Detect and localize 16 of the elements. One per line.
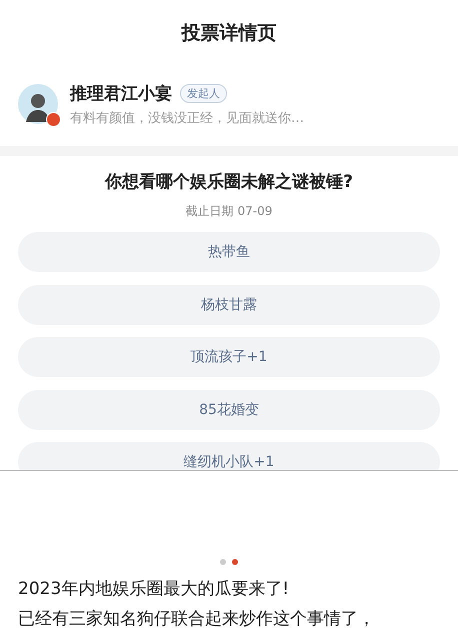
initiator-badge: 发起人 [180, 84, 227, 102]
poll-deadline: 截止日期 07-09 [184, 204, 274, 219]
article-text: 2023年内地娱乐圈最大的瓜要来了! [18, 578, 290, 601]
poll-option[interactable]: 热带鱼 [18, 232, 440, 272]
poll-question: 你想看哪个娱乐圈未解之谜被锤? [104, 172, 354, 192]
page-title: 投票详情页 [182, 21, 276, 46]
poll-option[interactable]: 顶流孩子+1 [18, 337, 440, 377]
poll-option[interactable]: 缝纫机小队+1 [18, 442, 440, 470]
poll-option[interactable]: 杨枝甘露 [18, 284, 440, 324]
poll-option[interactable]: 85花婚变 [18, 390, 440, 430]
page-dot[interactable] [220, 559, 226, 565]
avatar[interactable] [18, 84, 58, 124]
author-bio: 有料有颜值，没钱没正经，见面就送你… [70, 110, 304, 126]
article-text: 已经有三家知名狗仔联合起来炒作这个事情了， [18, 608, 376, 631]
author-name[interactable]: 推理君江小宴 [70, 82, 172, 104]
page-dot[interactable] [232, 559, 238, 565]
